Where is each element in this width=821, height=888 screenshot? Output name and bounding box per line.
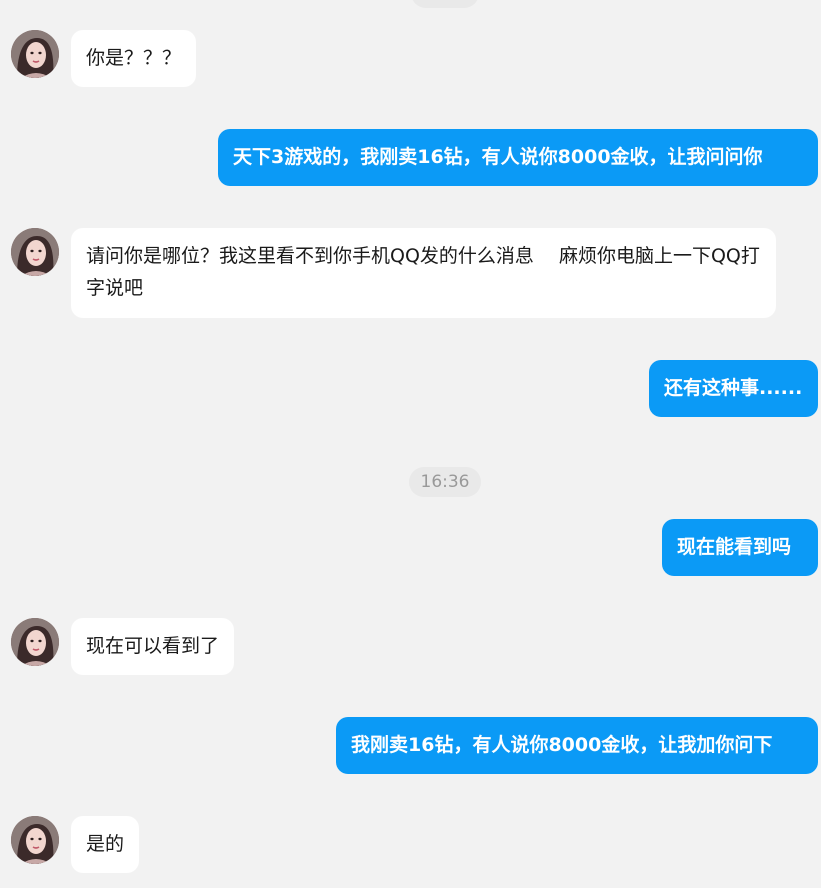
- contact-avatar[interactable]: [11, 228, 59, 276]
- outgoing-message-bubble[interactable]: 天下3游戏的，我刚卖16钻，有人说你8000金收，让我问问你: [218, 129, 818, 186]
- contact-avatar[interactable]: [11, 618, 59, 666]
- contact-avatar[interactable]: [11, 816, 59, 864]
- incoming-message-bubble[interactable]: 你是？？？: [71, 30, 197, 87]
- outgoing-message-bubble[interactable]: 现在能看到吗: [662, 519, 818, 576]
- incoming-message-bubble[interactable]: 是的: [71, 816, 140, 873]
- contact-avatar[interactable]: [11, 30, 59, 78]
- outgoing-message-bubble[interactable]: 我刚卖16钻，有人说你8000金收，让我加你问下: [336, 717, 818, 774]
- chat-panel: 你是？？？ 天下3游戏的，我刚卖16钻，有人说你8000金收，让我问问你 请问你…: [0, 0, 821, 888]
- previous-timestamp-pill: [411, 0, 479, 8]
- incoming-message-bubble[interactable]: 请问你是哪位？我这里看不到你手机QQ发的什么消息 麻烦你电脑上一下QQ打字说吧: [71, 228, 776, 318]
- outgoing-message-bubble[interactable]: 还有这种事......: [649, 360, 818, 417]
- incoming-message-bubble[interactable]: 现在可以看到了: [71, 618, 235, 675]
- timestamp-label: 16:36: [409, 467, 481, 497]
